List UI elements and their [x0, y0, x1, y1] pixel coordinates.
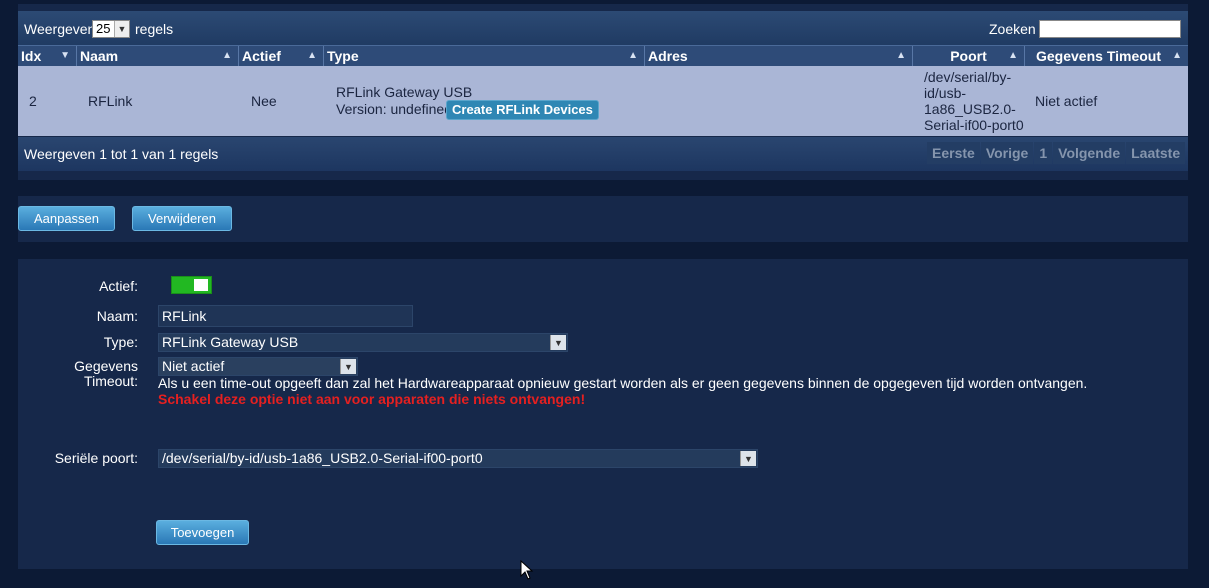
col-poort[interactable]: Poort ▲ [913, 46, 1025, 67]
serial-port-select[interactable]: /dev/serial/by-id/usb-1a86_USB2.0-Serial… [158, 449, 758, 468]
col-idx-label: Idx [21, 48, 42, 64]
mouse-pointer-icon [520, 560, 534, 580]
sort-icon: ▲ [1008, 50, 1018, 61]
col-naam-label: Naam [80, 48, 119, 64]
show-prefix: Weergeven [24, 21, 96, 37]
timeout-label-line1: Gegevens [74, 358, 138, 374]
col-actief-label: Actief [242, 48, 281, 64]
search-label: Zoeken : [989, 21, 1044, 37]
page-length-value: 25 [96, 21, 111, 36]
poort-line: /dev/serial/by- [924, 69, 1012, 85]
sort-icon: ▲ [1172, 50, 1182, 61]
timeout-label-line2: Timeout: [84, 373, 138, 389]
active-toggle[interactable] [171, 276, 212, 294]
col-poort-label: Poort [950, 48, 987, 64]
chevron-down-icon: ▼ [740, 451, 756, 466]
show-suffix: regels [135, 21, 174, 37]
col-timeout[interactable]: Gegevens Timeout ▲ [1025, 46, 1188, 67]
sort-desc-icon: ▼ [60, 50, 70, 61]
poort-line: Serial-if00-port0 [924, 117, 1024, 133]
col-adres-label: Adres [648, 48, 688, 64]
chevron-down-icon: ▼ [114, 21, 129, 37]
search-input[interactable] [1039, 20, 1181, 38]
name-input[interactable] [158, 305, 413, 327]
page-length-select[interactable]: 25 ▼ [92, 20, 130, 38]
cell-timeout: Niet actief [1035, 93, 1098, 109]
pager: Eerste Vorige 1 Volgende Laatste [927, 142, 1186, 164]
actions-panel: Aanpassen Verwijderen [18, 196, 1188, 242]
hardware-form-panel: Actief: Naam: Type: RFLink Gateway USB ▼… [18, 259, 1188, 569]
col-type-label: Type [327, 48, 359, 64]
table-header: Idx ▼ Naam ▲ Actief ▲ Type ▲ Adres ▲ Poo… [18, 45, 1188, 67]
sort-icon: ▲ [628, 50, 638, 61]
sort-icon: ▲ [307, 50, 317, 61]
cell-actief: Nee [251, 93, 277, 109]
pager-first[interactable]: Eerste [927, 142, 980, 164]
devices-table-panel: Weergeven 25 ▼ regels Zoeken : Idx ▼ Naa… [18, 4, 1188, 180]
cell-naam: RFLink [88, 93, 133, 109]
create-rflink-devices-button[interactable]: Create RFLink Devices [446, 100, 599, 120]
col-timeout-label: Gegevens Timeout [1036, 48, 1162, 64]
table-row[interactable]: 2 RFLink Nee RFLink Gateway USB Version:… [18, 66, 1188, 136]
serial-port-label: Seriële poort: [54, 450, 138, 466]
col-idx[interactable]: Idx ▼ [18, 46, 77, 67]
toggle-knob [194, 279, 208, 291]
pager-previous[interactable]: Vorige [980, 142, 1034, 164]
table-footer: Weergeven 1 tot 1 van 1 regels Eerste Vo… [18, 137, 1188, 171]
table-info: Weergeven 1 tot 1 van 1 regels [24, 146, 219, 162]
pager-page-1[interactable]: 1 [1034, 142, 1053, 164]
col-naam[interactable]: Naam ▲ [77, 46, 239, 67]
col-type[interactable]: Type ▲ [324, 46, 645, 67]
pager-last[interactable]: Laatste [1126, 142, 1186, 164]
timeout-select-value: Niet actief [162, 358, 225, 374]
timeout-warning: Schakel deze optie niet aan voor apparat… [158, 391, 586, 407]
sort-icon: ▲ [896, 50, 906, 61]
serial-port-value: /dev/serial/by-id/usb-1a86_USB2.0-Serial… [162, 450, 483, 466]
type-label: Type: [103, 334, 138, 350]
edit-button[interactable]: Aanpassen [18, 206, 115, 231]
sort-icon: ▲ [222, 50, 232, 61]
col-actief[interactable]: Actief ▲ [239, 46, 324, 67]
add-button[interactable]: Toevoegen [156, 520, 249, 545]
name-label: Naam: [96, 308, 138, 324]
chevron-down-icon: ▼ [340, 359, 356, 374]
timeout-select[interactable]: Niet actief ▼ [158, 357, 358, 376]
cell-type-name: RFLink Gateway USB [336, 84, 473, 100]
timeout-description: Als u een time-out opgeeft dan zal het H… [158, 375, 1088, 391]
type-select-value: RFLink Gateway USB [162, 334, 299, 350]
table-toolbar: Weergeven 25 ▼ regels Zoeken : [18, 11, 1188, 47]
poort-line: id/usb- [924, 85, 967, 101]
col-adres[interactable]: Adres ▲ [645, 46, 913, 67]
cell-poort: /dev/serial/by- id/usb- 1a86_USB2.0- Ser… [924, 69, 1024, 133]
poort-line: 1a86_USB2.0- [924, 101, 1016, 117]
chevron-down-icon: ▼ [550, 335, 566, 350]
type-select[interactable]: RFLink Gateway USB ▼ [158, 333, 568, 352]
cell-type-version: Version: undefined [336, 101, 452, 117]
pager-next[interactable]: Volgende [1053, 142, 1126, 164]
delete-button[interactable]: Verwijderen [132, 206, 232, 231]
cell-idx: 2 [29, 93, 37, 109]
active-label: Actief: [99, 278, 138, 294]
